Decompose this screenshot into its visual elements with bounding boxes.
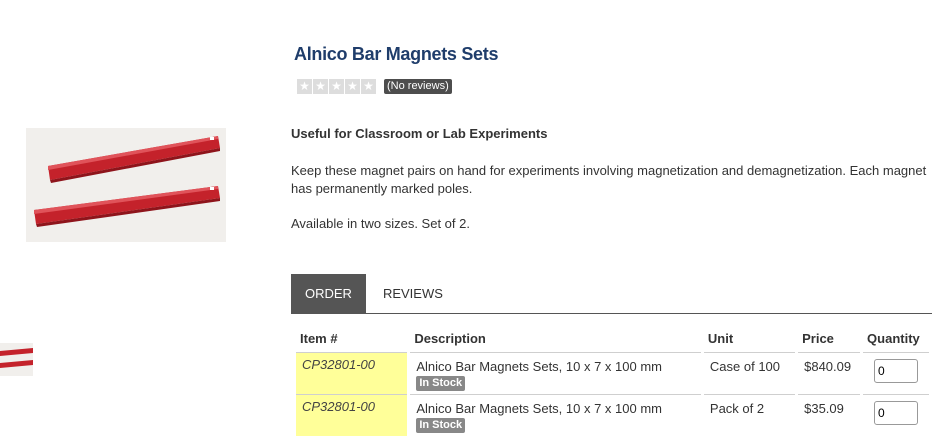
product-title: Alnico Bar Magnets Sets [294, 44, 499, 64]
tab-reviews[interactable]: REVIEWS [366, 274, 460, 313]
stock-badge: In Stock [416, 376, 466, 391]
reviews-count-badge[interactable]: (No reviews) [384, 79, 452, 94]
tab-order[interactable]: ORDER [291, 274, 366, 313]
quantity-input[interactable] [874, 401, 919, 425]
star-icon: ★ [313, 79, 328, 94]
column-header-quantity: Quantity [867, 330, 920, 346]
quantity-cell [863, 394, 929, 436]
quantity-cell [863, 352, 929, 394]
column-header-unit: Unit [707, 330, 734, 346]
item-price: $35.09 [798, 394, 861, 436]
star-icon: ★ [329, 79, 344, 94]
product-subheading: Useful for Classroom or Lab Experiments [291, 126, 548, 141]
item-description: Alnico Bar Magnets Sets, 10 x 7 x 100 mm [416, 359, 662, 374]
availability-note: Available in two sizes. Set of 2. [291, 216, 470, 231]
column-header-price: Price [802, 330, 834, 346]
star-icon: ★ [345, 79, 360, 94]
product-thumbnail[interactable] [0, 343, 33, 376]
item-number[interactable]: CP32801-00 [296, 394, 408, 436]
column-header-item: Item # [300, 330, 338, 346]
item-description-cell: Alnico Bar Magnets Sets, 10 x 7 x 100 mm… [410, 394, 701, 436]
item-number[interactable]: CP32801-00 [296, 352, 408, 394]
rating-stars[interactable]: ★ ★ ★ ★ ★ [297, 79, 376, 94]
column-header-description: Description [414, 330, 486, 346]
table-row: CP32801-00 Alnico Bar Magnets Sets, 10 x… [296, 394, 929, 436]
star-icon: ★ [297, 79, 312, 94]
table-row: CP32801-00 Alnico Bar Magnets Sets, 10 x… [296, 352, 929, 394]
product-description: Keep these magnet pairs on hand for expe… [291, 163, 927, 196]
product-image[interactable] [26, 128, 226, 242]
item-unit: Pack of 2 [703, 394, 796, 436]
quantity-input[interactable] [874, 359, 919, 383]
item-description: Alnico Bar Magnets Sets, 10 x 7 x 100 mm [416, 401, 662, 416]
star-icon: ★ [361, 79, 376, 94]
item-description-cell: Alnico Bar Magnets Sets, 10 x 7 x 100 mm… [410, 352, 701, 394]
stock-badge: In Stock [416, 418, 466, 433]
item-unit: Case of 100 [703, 352, 796, 394]
product-tabs: ORDER REVIEWS [291, 274, 932, 314]
order-table: Item # Description Unit Price Quantity C… [293, 324, 932, 436]
item-price: $840.09 [798, 352, 861, 394]
